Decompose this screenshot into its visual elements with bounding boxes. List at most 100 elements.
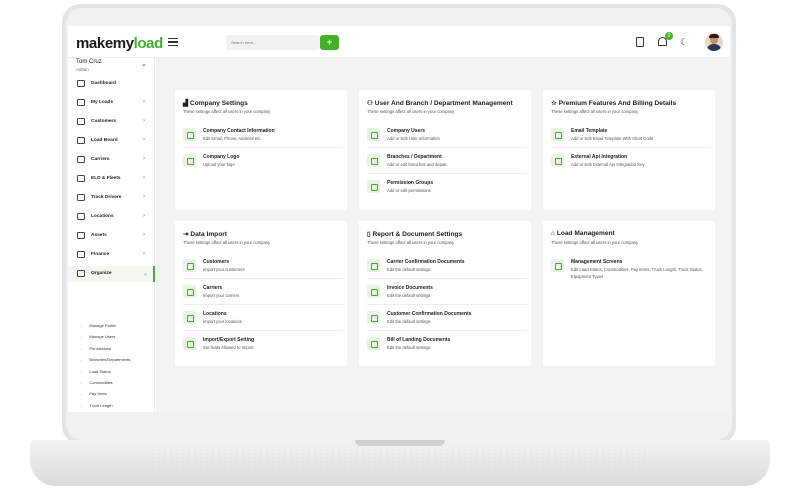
sidebar-item-carriers[interactable]: Carriers › [68,152,155,168]
setting-description: Import your carriers [203,293,240,298]
card-title-icon: ⚇ [367,100,375,107]
setting-icon [367,259,380,272]
setting-permission-groups[interactable]: Permission Groups Add or edit permissions [367,176,527,200]
setting-icon [183,285,196,298]
setting-description: Edit Email, Phone, Address etc. [203,136,262,141]
card-title: ☆ Premium Features And Billing Details [551,99,676,107]
card-company-settings: ▟ Company Settings These settings affect … [175,90,347,210]
setting-description: Edit the default settings [387,293,431,298]
sidebar-item-label: ELD & Fleets [91,176,121,181]
setting-title: Company Users [387,128,426,134]
subnav-item-manage-profile[interactable]: Manage Profile [80,323,116,328]
sidebar-item-load-board[interactable]: Load Board › [68,133,155,149]
logo[interactable]: makemyload [76,35,163,52]
setting-branches-department[interactable]: Branches / Department Add or edit branche… [367,150,527,174]
sidebar-item-label: Locations [91,214,114,219]
setting-company-contact-information[interactable]: Company Contact Information Edit Email, P… [183,124,343,148]
add-button[interactable]: + [320,35,339,50]
card-title-text: Report & Document Settings [372,231,463,238]
search-input[interactable] [226,35,320,50]
notification-badge: 0 [665,32,673,40]
avatar[interactable] [705,33,723,51]
card-subtitle: These settings affect all users in your … [183,109,271,114]
sidebar-item-label: My Loads [91,100,114,105]
sidebar-item-label: Assets [91,233,107,238]
card-title-text: Premium Features And Billing Details [558,100,677,107]
menu-icon[interactable] [168,38,178,47]
card-subtitle: These settings affect all users in your … [367,109,455,114]
sidebar-item-finance[interactable]: Finance › [68,247,155,263]
card-title-text: Load Management [556,230,615,237]
card-title-icon: ▟ [183,100,190,107]
card-subtitle: These settings affect all users in your … [551,109,639,114]
card-title: ⇥ Data Import [183,230,227,238]
setting-title: Management Screens [571,259,623,265]
sidebar-item-dashboard[interactable]: Dashboard [68,76,155,92]
sidebar-item-label: Carriers [91,157,110,162]
document-icon[interactable] [636,37,644,47]
card-load-management: ⌂ Load Management These settings affect a… [543,221,715,366]
subnav-item-manage-users[interactable]: Manage Users [80,334,115,339]
box-icon [77,232,85,239]
sidebar-item-track-drivers[interactable]: Track Drivers › [68,190,155,206]
setting-title: Invoice Documents [387,285,433,291]
setting-title: Branches / Department [387,154,442,160]
setting-company-users[interactable]: Company Users Add or Edit User Informatio… [367,124,527,148]
subnav-item-pay-items[interactable]: Pay Items [80,391,107,396]
sidebar-item-customers[interactable]: Customers › [68,114,155,130]
sidebar-item-eld-fleets[interactable]: ELD & Fleets › [68,171,155,187]
setting-management-screens[interactable]: Management Screens Edit Load Status, Comm… [551,255,711,279]
subnav-item-truck-length[interactable]: Truck Length [80,403,112,408]
card-user-and-branch-department-management: ⚇ User And Branch / Department Managemen… [359,90,531,210]
setting-title: Carrier Confirmation Documents [387,259,465,265]
chevron-down-icon[interactable]: ⌄ [141,60,147,68]
card-data-import: ⇥ Data Import These settings affect all u… [175,221,347,366]
card-title-text: Company Settings [189,100,248,107]
setting-email-template[interactable]: Email Template Add or Edit Email Template… [551,124,711,148]
chevron-right-icon: › [143,99,145,105]
setting-locations[interactable]: Locations Import your locations [183,307,343,331]
setting-title: Locations [203,311,227,317]
setting-icon [367,128,380,141]
setting-import-export-setting[interactable]: Import/Export Setting Set fields Allowed … [183,333,343,357]
setting-carriers[interactable]: Carriers Import your carriers [183,281,343,305]
setting-description: Set fields Allowed to Import [203,345,254,350]
sidebar-item-label: Dashboard [91,81,117,86]
setting-customers[interactable]: Customers Import your customers [183,255,343,279]
setting-external-api-integration[interactable]: External Api Integration Add or Edit Exte… [551,150,711,174]
sidebar-item-locations[interactable]: Locations › [68,209,155,225]
setting-title: Email Template [571,128,608,134]
setting-carrier-confirmation-documents[interactable]: Carrier Confirmation Documents Edit the d… [367,255,527,279]
subnav-item-permissions[interactable]: Permissions [80,346,111,351]
user-role: Admin [76,67,89,72]
chevron-down-icon: ⌄ [143,271,149,277]
subnav-item-branches-departments[interactable]: Branches/Departments [80,357,130,362]
setting-title: Customers [203,259,230,265]
setting-description: Edit the default settings [387,267,431,272]
setting-customer-confirmation-documents[interactable]: Customer Confirmation Documents Edit the … [367,307,527,331]
setting-icon [183,337,196,350]
logo-accent: load [133,35,164,52]
setting-description: Edit the default settings [387,319,431,324]
setting-title: Company Logo [203,154,240,160]
sidebar-item-my-loads[interactable]: My Loads › [68,95,155,111]
laptop-notch [355,440,445,446]
setting-title: Customer Confirmation Documents [387,311,472,317]
setting-description: Edit the default settings [387,345,431,350]
sidebar-item-assets[interactable]: Assets › [68,228,155,244]
setting-title: Company Contact Information [203,128,275,134]
laptop-speaker-grille [150,448,650,468]
logo-main: makemy [76,35,134,52]
setting-invoice-documents[interactable]: Invoice Documents Edit the default settin… [367,281,527,305]
setting-description: Add or Edit External Api Integration Key [571,162,645,167]
card-subtitle: These settings affect all users in your … [183,240,271,245]
card-subtitle: These settings affect all users in your … [367,240,455,245]
sidebar-item-organize[interactable]: Organize ⌄ [68,266,155,282]
setting-bill-of-landing-documents[interactable]: Bill of Landing Documents Edit the defaul… [367,333,527,357]
sidebar-item-label: Track Drivers [91,195,122,200]
setting-company-logo[interactable]: Company Logo Upload your logo [183,150,343,174]
subnav-item-load-status[interactable]: Load Status [80,369,110,374]
subnav-item-commodities[interactable]: Commodities [80,380,112,385]
setting-description: Add or edit branches and depatt [387,162,447,167]
theme-toggle-icon[interactable]: ☾ [680,37,688,47]
